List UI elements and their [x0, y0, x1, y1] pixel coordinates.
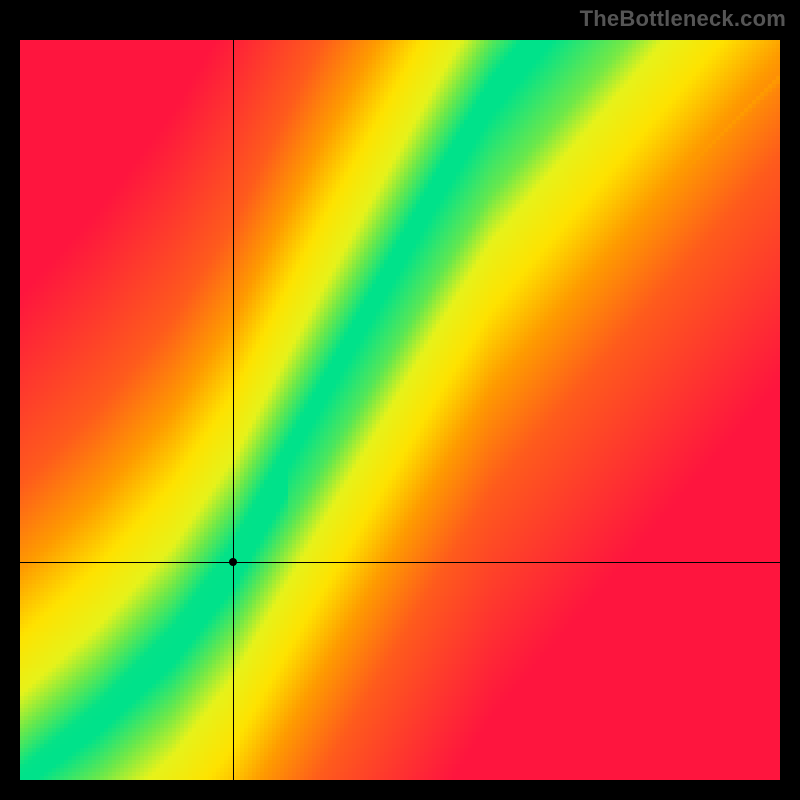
selection-marker: [229, 558, 237, 566]
chart-frame: TheBottleneck.com: [0, 0, 800, 800]
heatmap-canvas: [20, 40, 780, 780]
watermark-label: TheBottleneck.com: [580, 6, 786, 32]
heatmap-plot: [20, 40, 780, 780]
crosshair-vertical: [233, 40, 234, 780]
crosshair-horizontal: [20, 562, 780, 563]
